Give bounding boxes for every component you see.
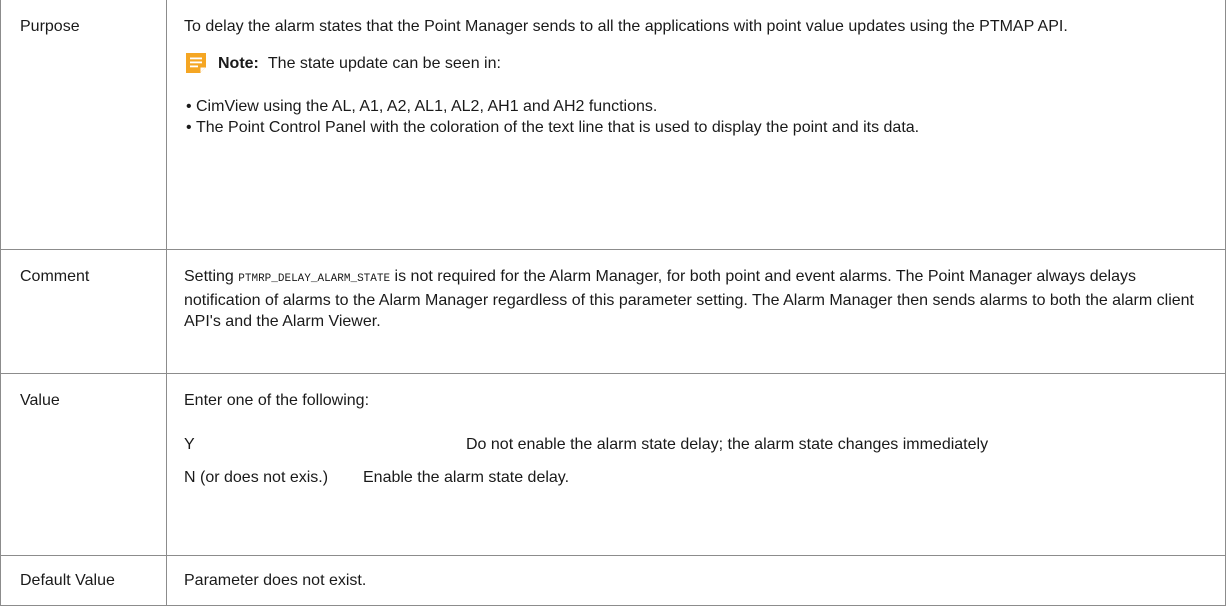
default-row: Default Value Parameter does not exist. — [0, 554, 1226, 606]
option-desc: Enable the alarm state delay. — [363, 468, 570, 486]
comment-content: Setting PTMRP_DELAY_ALARM_STATE is not r… — [166, 248, 1226, 374]
purpose-content: To delay the alarm states that the Point… — [166, 0, 1226, 250]
note-icon — [184, 51, 208, 75]
comment-label: Comment — [0, 248, 167, 374]
comment-text: Setting PTMRP_DELAY_ALARM_STATE is not r… — [184, 266, 1215, 332]
value-label: Value — [0, 372, 167, 556]
bullet-list: CimView using the AL, A1, A2, AL1, AL2, … — [184, 96, 1215, 138]
value-intro: Enter one of the following: — [184, 391, 370, 409]
option-key: Y — [184, 435, 195, 453]
note: Note: The state update can be seen in: — [184, 51, 1215, 75]
option-key: N (or does not exis.) — [184, 468, 329, 486]
default-content: Parameter does not exist. — [166, 554, 1226, 606]
default-text: Parameter does not exist. — [184, 571, 367, 589]
parameter-table: Purpose To delay the alarm states that t… — [0, 0, 1226, 606]
comment-row: Comment Setting PTMRP_DELAY_ALARM_STATE … — [0, 248, 1226, 374]
list-item: CimView using the AL, A1, A2, AL1, AL2, … — [186, 96, 1215, 117]
note-text: The state update can be seen in: — [267, 54, 501, 72]
default-label: Default Value — [0, 554, 167, 606]
value-row: Value Enter one of the following: Y Do n… — [0, 372, 1226, 556]
purpose-label: Purpose — [0, 0, 167, 250]
comment-text-before: Setting — [184, 267, 234, 285]
purpose-text: To delay the alarm states that the Point… — [184, 18, 1068, 35]
option-row: Y Do not enable the alarm state delay; t… — [184, 434, 1215, 455]
value-content: Enter one of the following: Y Do not ena… — [166, 372, 1226, 556]
list-item: The Point Control Panel with the colorat… — [186, 117, 1215, 138]
option-row: N (or does not exis.) Enable the alarm s… — [184, 467, 1215, 488]
parameter-code: PTMRP_DELAY_ALARM_STATE — [238, 272, 391, 285]
note-label: Note: — [218, 54, 259, 72]
option-desc: Do not enable the alarm state delay; the… — [466, 435, 989, 453]
purpose-row: Purpose To delay the alarm states that t… — [0, 0, 1226, 250]
